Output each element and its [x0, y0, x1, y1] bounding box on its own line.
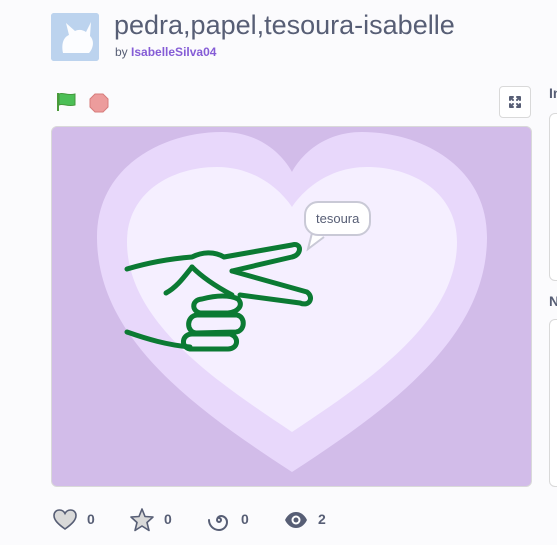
- byline: by IsabelleSilva04: [115, 45, 216, 59]
- stop-button[interactable]: [89, 93, 109, 118]
- project-stage[interactable]: tesoura: [51, 126, 532, 487]
- remix-icon: [208, 514, 229, 532]
- eye-icon: [285, 512, 307, 528]
- instructions-panel: [549, 113, 557, 281]
- fullscreen-button[interactable]: [499, 86, 531, 118]
- green-flag-icon: [57, 92, 76, 111]
- star-icon: [130, 508, 154, 532]
- stage-canvas: [97, 132, 487, 472]
- cat-avatar-icon: [51, 13, 99, 61]
- fullscreen-icon: [509, 96, 521, 108]
- green-flag-button[interactable]: [55, 91, 79, 118]
- notes-heading: N: [549, 293, 557, 309]
- stop-icon: [89, 93, 109, 113]
- favorite-count: 0: [164, 511, 172, 527]
- project-avatar: [51, 13, 99, 61]
- notes-panel: [549, 319, 557, 487]
- love-count: 0: [87, 511, 95, 527]
- author-link[interactable]: IsabelleSilva04: [131, 45, 216, 59]
- instructions-heading: In: [549, 85, 557, 101]
- project-title: pedra,papel,tesoura-isabelle: [114, 10, 455, 40]
- remix-count: 0: [241, 511, 249, 527]
- views-count: 2: [318, 511, 326, 527]
- by-label: by: [115, 45, 128, 59]
- sprite-speech-bubble: tesoura: [304, 201, 372, 236]
- heart-icon: [53, 509, 77, 530]
